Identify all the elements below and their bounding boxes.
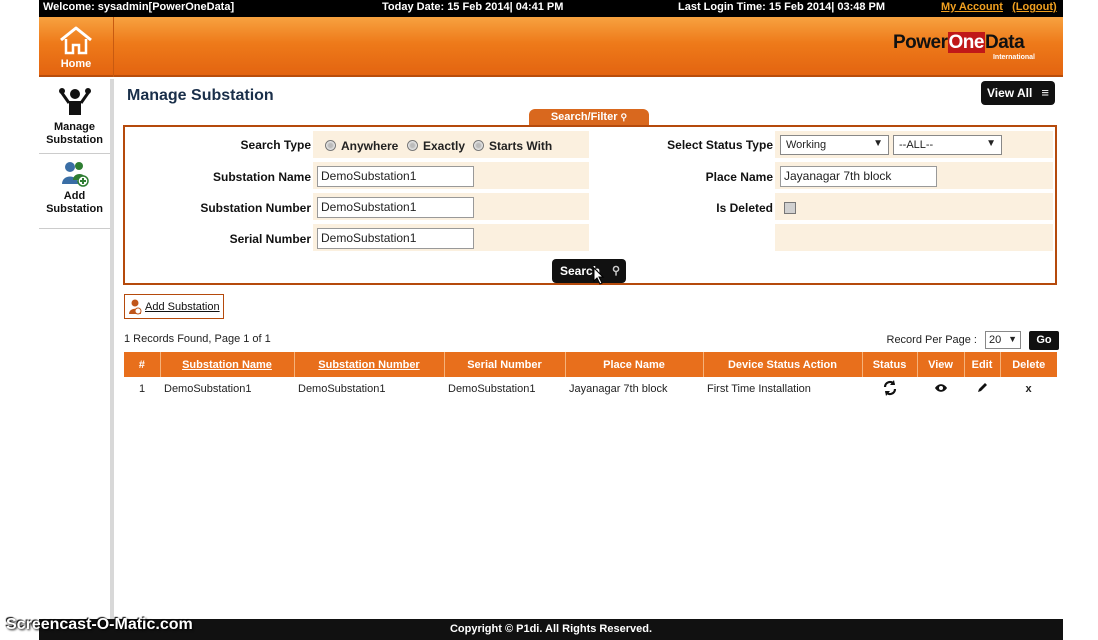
home-button[interactable]: Home (39, 17, 114, 77)
sidebar-item-label: Substation (46, 134, 103, 146)
sidebar-item-label: Add (63, 190, 86, 202)
main-content: Manage Substation View All ≡ Search/Filt… (119, 79, 1063, 619)
dropdown-arrow-icon: ▼ (1008, 334, 1017, 344)
is-deleted-checkbox[interactable] (784, 202, 796, 214)
search-filter-tab[interactable]: Search/Filter ⚲ (529, 109, 649, 126)
header-banner: Home PowerOneData International (39, 17, 1063, 77)
home-label: Home (60, 58, 92, 70)
eye-icon[interactable] (934, 383, 948, 393)
logout-link[interactable]: (Logout) (1012, 1, 1057, 13)
cell-number: 1 (138, 383, 146, 395)
cell-view (917, 377, 964, 401)
radio-starts-with[interactable]: Starts With (473, 139, 552, 153)
table-row: 1 DemoSubstation1 DemoSubstation1 DemoSu… (124, 377, 1057, 401)
cell-place-name: Jayanagar 7th block (569, 383, 668, 395)
column-header-device-status-action: Device Status Action (703, 352, 863, 377)
field-bg (775, 193, 1053, 220)
cell-status (862, 377, 917, 401)
records-found-text: 1 Records Found, Page 1 of 1 (124, 333, 271, 345)
status-type-select[interactable]: Working ▼ (780, 135, 889, 155)
status-type-label: Select Status Type (667, 138, 773, 152)
cell-device-status: First Time Installation (707, 383, 811, 395)
substation-number-input[interactable]: DemoSubstation1 (317, 197, 474, 218)
cell-edit (964, 377, 1000, 401)
radio-circle-icon (407, 140, 418, 151)
column-header-substation-number[interactable]: Substation Number (294, 352, 445, 377)
record-per-page-value: 20 (989, 334, 1002, 346)
outer-margin-right (1063, 0, 1098, 640)
welcome-text: Welcome: sysadmin[PowerOneData] (43, 1, 235, 13)
record-per-page-select[interactable]: 20 ▼ (985, 331, 1021, 349)
my-account-link[interactable]: My Account (941, 1, 1003, 13)
column-header-place-name: Place Name (565, 352, 704, 377)
page-title: Manage Substation (127, 87, 274, 104)
last-login-time: Last Login Time: 15 Feb 2014| 03:48 PM (678, 1, 886, 13)
poweronedata-logo: PowerOneData International (893, 32, 1035, 61)
sidebar-item-label: Manage (54, 121, 95, 133)
account-links: My Account (Logout) (941, 1, 1057, 13)
app-frame: Welcome: sysadmin[PowerOneData] Today Da… (39, 0, 1063, 640)
add-substation-icon (129, 299, 142, 315)
status-all-value: --ALL-- (899, 139, 934, 151)
search-button[interactable]: Search ⚲ (552, 259, 626, 283)
radio-anywhere[interactable]: Anywhere (325, 139, 398, 153)
search-type-label: Search Type (240, 138, 311, 152)
substation-number-label: Substation Number (200, 201, 311, 215)
field-bg (775, 224, 1053, 251)
record-per-page-label: Record Per Page : (886, 334, 978, 346)
today-date: Today Date: 15 Feb 2014| 04:41 PM (382, 1, 564, 13)
radio-circle-icon (325, 140, 336, 151)
column-header-number: # (124, 352, 161, 377)
users-raised-icon (58, 88, 91, 115)
top-bar: Welcome: sysadmin[PowerOneData] Today Da… (39, 0, 1063, 17)
column-header-substation-name[interactable]: Substation Name (160, 352, 295, 377)
pencil-icon[interactable] (976, 382, 988, 394)
column-header-serial-number: Serial Number (444, 352, 566, 377)
substation-table: # Substation Name Substation Number Seri… (124, 352, 1057, 401)
dropdown-arrow-icon: ▼ (986, 138, 996, 149)
magnifier-icon: ⚲ (620, 112, 628, 122)
outer-margin-left (0, 0, 39, 640)
home-icon (60, 26, 92, 55)
column-header-edit: Edit (964, 352, 1001, 377)
substation-name-label: Substation Name (212, 170, 311, 184)
is-deleted-label: Is Deleted (716, 201, 773, 215)
substation-name-input[interactable]: DemoSubstation1 (317, 166, 474, 187)
radio-exactly[interactable]: Exactly (407, 139, 465, 153)
place-name-input[interactable]: Jayanagar 7th block (780, 166, 937, 187)
view-all-button[interactable]: View All ≡ (981, 81, 1055, 105)
serial-number-label: Serial Number (229, 232, 311, 246)
cell-serial-number: DemoSubstation1 (448, 383, 536, 395)
menu-icon: ≡ (1041, 85, 1049, 100)
table-header-row: # Substation Name Substation Number Seri… (124, 352, 1057, 377)
dropdown-arrow-icon: ▼ (873, 138, 883, 149)
cell-substation-number: DemoSubstation1 (298, 383, 386, 395)
search-filter-label: Search/Filter (550, 111, 618, 123)
sidebar: Manage Substation Add Substation (39, 79, 114, 619)
refresh-status-icon[interactable] (882, 379, 898, 396)
column-header-delete: Delete (1000, 352, 1057, 377)
add-substation-button[interactable]: Add Substation (124, 294, 224, 319)
view-all-label: View All (987, 86, 1033, 100)
go-button[interactable]: Go (1029, 331, 1059, 350)
status-all-select[interactable]: --ALL-- ▼ (893, 135, 1002, 155)
search-filter-panel: Search Type Substation Name Substation N… (123, 125, 1057, 285)
status-type-value: Working (786, 139, 827, 151)
delete-icon[interactable]: x (1000, 377, 1057, 401)
add-substation-label: Add Substation (145, 301, 220, 313)
place-name-label: Place Name (705, 170, 773, 184)
sidebar-item-add-substation[interactable]: Add Substation (39, 160, 110, 229)
column-header-view: View (917, 352, 965, 377)
sidebar-item-manage-substation[interactable]: Manage Substation (39, 85, 110, 154)
cell-substation-name: DemoSubstation1 (164, 383, 252, 395)
add-users-icon (61, 162, 89, 187)
column-header-status: Status (862, 352, 918, 377)
mouse-cursor-icon (593, 267, 605, 285)
radio-circle-icon (473, 140, 484, 151)
screencast-watermark: Screencast-O-Matic.com (6, 616, 193, 633)
serial-number-input[interactable]: DemoSubstation1 (317, 228, 474, 249)
sidebar-item-label: Substation (46, 203, 103, 215)
search-icon: ⚲ (611, 265, 620, 277)
